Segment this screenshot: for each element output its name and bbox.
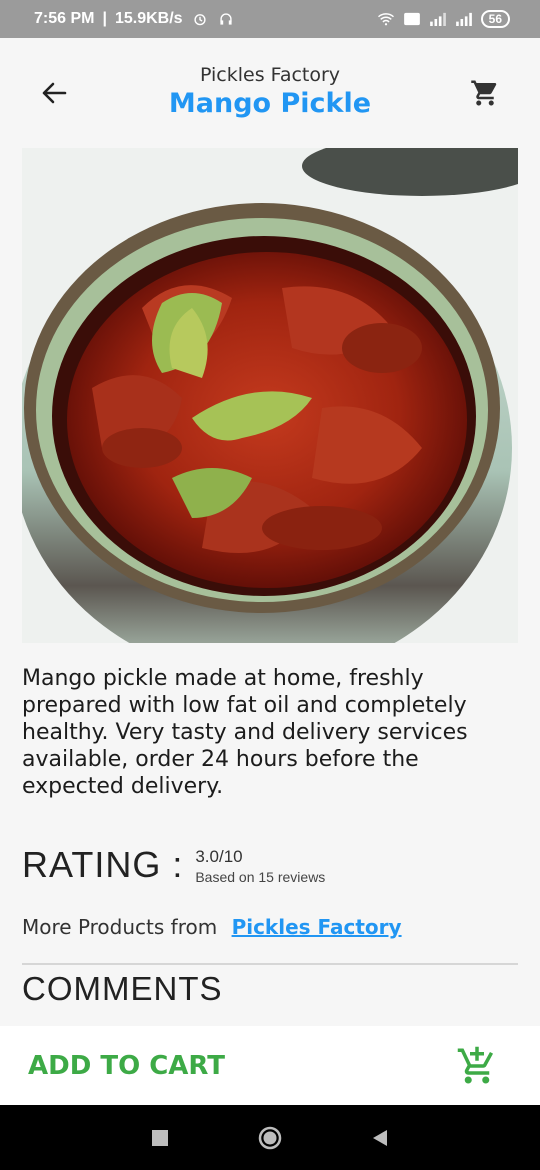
add-shopping-cart-icon[interactable] <box>456 1045 498 1087</box>
battery-icon: 56 <box>480 10 510 28</box>
status-right: 56 <box>377 10 510 28</box>
back-button[interactable] <box>36 78 72 108</box>
alarm-icon <box>193 14 206 26</box>
cart-button[interactable] <box>468 76 502 110</box>
rating-section: RATING : 3.0/10 Based on 15 reviews <box>22 844 325 886</box>
rating-label: RATING : <box>22 844 184 885</box>
wifi-icon <box>377 13 394 26</box>
product-image <box>22 148 518 643</box>
store-link[interactable]: Pickles Factory <box>232 915 402 939</box>
more-products-prefix: More Products from <box>22 915 218 939</box>
arrow-left-icon <box>42 82 67 104</box>
recents-button[interactable] <box>145 1123 175 1153</box>
mango-pickle-bowl-image <box>22 148 518 643</box>
status-separator: | <box>102 10 107 27</box>
square-icon <box>152 1129 168 1146</box>
more-products: More Products from Pickles Factory <box>22 915 402 939</box>
headset-icon <box>219 13 232 25</box>
back-nav-button[interactable] <box>365 1123 395 1153</box>
signal-icon <box>429 12 446 26</box>
comments-heading: COMMENTS <box>22 970 223 1007</box>
product-description: Mango pickle made at home, freshly prepa… <box>22 666 468 799</box>
cart-icon <box>471 80 497 106</box>
bottom-action-bar: ADD TO CART <box>0 1026 540 1106</box>
divider <box>22 963 518 965</box>
header-titles: Pickles Factory Mango Pickle <box>100 64 440 119</box>
volte-icon <box>403 12 420 26</box>
home-button[interactable] <box>255 1123 285 1153</box>
rating-reviews: Based on 15 reviews <box>195 869 326 885</box>
rating-value: 3.0/10 <box>195 847 243 866</box>
triangle-back-icon <box>373 1129 387 1146</box>
status-time: 7:56 PM <box>34 10 95 27</box>
store-name: Pickles Factory <box>199 64 341 86</box>
signal-4g-icon <box>455 12 472 26</box>
rating-details: 3.0/10 Based on 15 reviews <box>195 847 325 885</box>
app-header: Pickles Factory Mango Pickle <box>0 38 540 148</box>
system-nav-bar <box>0 1105 540 1170</box>
circle-icon <box>258 1126 282 1149</box>
status-speed: 15.9KB/s <box>114 10 183 27</box>
add-to-cart-button[interactable]: ADD TO CART <box>28 1051 225 1081</box>
page-title: Mango Pickle <box>168 88 372 119</box>
status-bar: 7:56 PM | 15.9KB/s 56 <box>0 0 540 38</box>
status-left: 7:56 PM | 15.9KB/s <box>34 10 235 28</box>
